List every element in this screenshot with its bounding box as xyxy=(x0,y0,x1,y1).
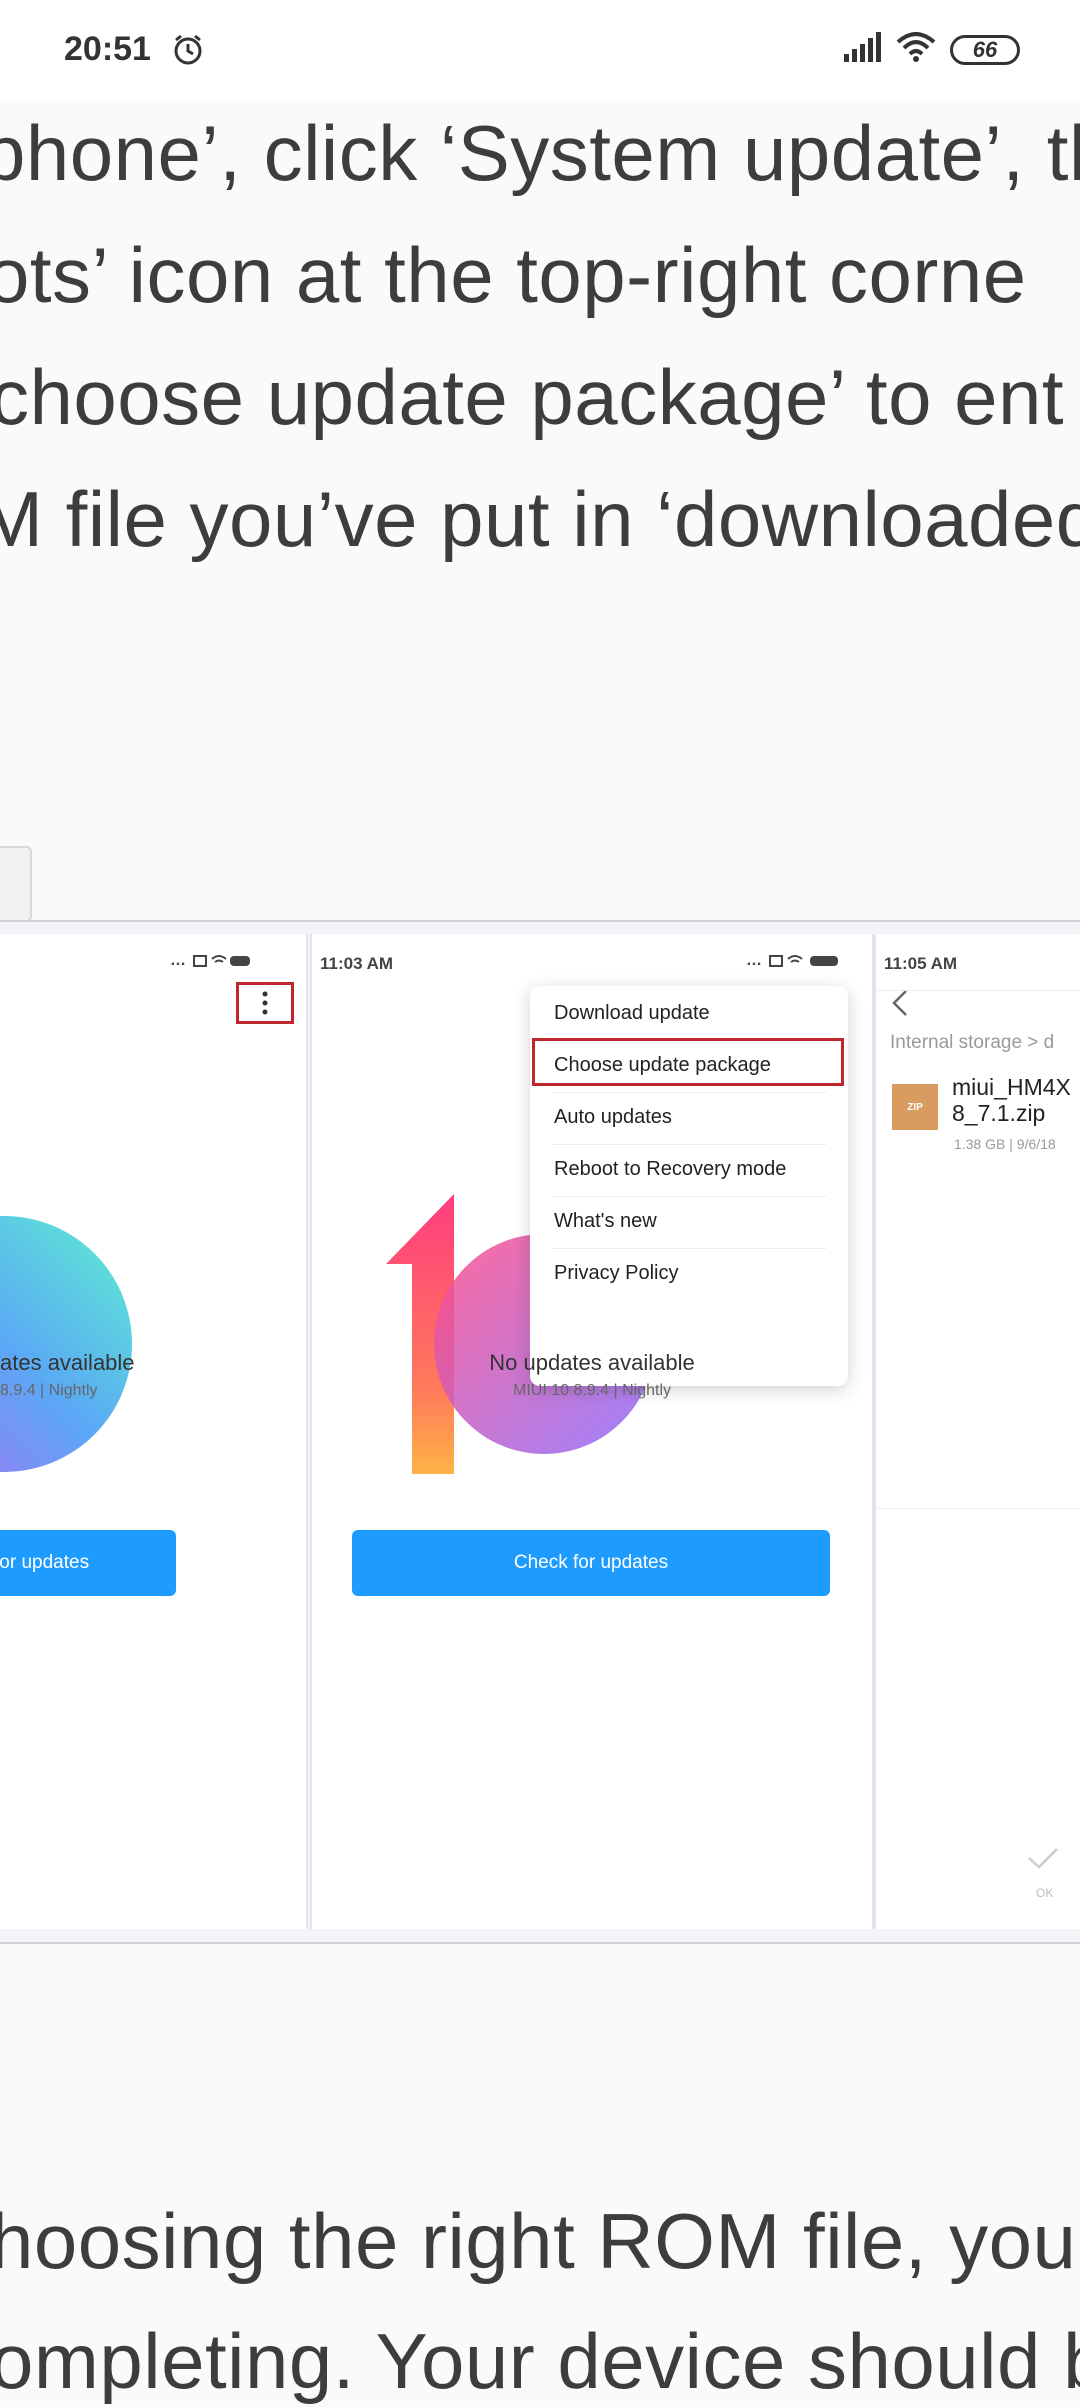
check-icon[interactable] xyxy=(1026,1846,1060,1875)
back-icon[interactable] xyxy=(890,988,910,1023)
article-text-line: ompleting. Your device should b xyxy=(0,2317,1080,2405)
menu-item-privacy-policy[interactable]: Privacy Policy xyxy=(554,1262,678,1285)
check-updates-button[interactable]: for updates xyxy=(0,1530,176,1596)
status-bar: 20:51 66 xyxy=(0,0,1080,100)
choose-package-highlight xyxy=(532,1038,844,1086)
ok-label: OK xyxy=(1036,1886,1054,1900)
mini-time: 11:03 AM xyxy=(320,954,394,973)
update-status-title: ates available xyxy=(0,1350,135,1375)
article-text-line: hoosing the right ROM file, your xyxy=(0,2197,1080,2285)
phone-screen-file-picker: 11:05 AM Internal storage > d ZIP miui_H… xyxy=(874,934,1080,1929)
article-text-line: M file you’ve put in ‘downloaded xyxy=(0,475,1080,563)
update-status-sub: MIUI 10 8.9.4 | Nightly xyxy=(513,1382,671,1399)
image-caption-tab[interactable] xyxy=(0,846,32,922)
more-vertical-icon xyxy=(262,991,268,1015)
menu-item-download-update[interactable]: Download update xyxy=(554,1002,710,1025)
tutorial-screenshot: … ates available 8.9.4 | Nightly for upd… xyxy=(0,920,1080,1944)
phone-screen-updater: … ates available 8.9.4 | Nightly for upd… xyxy=(0,934,308,1929)
mini-status-icons: … xyxy=(170,952,252,970)
phone-screen-menu: 11:03 AM … Download update Choose update… xyxy=(310,934,874,1929)
menu-item-whats-new[interactable]: What's new xyxy=(554,1210,657,1233)
rom-file-name[interactable]: miui_HM4X 8_7.1.zip xyxy=(952,1074,1071,1126)
zip-file-icon: ZIP xyxy=(892,1084,938,1130)
signal-icon xyxy=(842,32,882,67)
check-updates-button[interactable]: Check for updates xyxy=(352,1530,830,1596)
menu-item-reboot-recovery[interactable]: Reboot to Recovery mode xyxy=(554,1158,786,1181)
update-status-title: No updates available xyxy=(489,1350,695,1375)
wifi-icon xyxy=(896,32,936,67)
alarm-icon xyxy=(170,32,206,73)
article-text-line: choose update package’ to ent xyxy=(0,353,1065,441)
update-status-sub: 8.9.4 | Nightly xyxy=(0,1382,98,1399)
article-text-line: ots’ icon at the top-right corne xyxy=(0,231,1027,319)
more-options-highlight[interactable] xyxy=(236,982,294,1024)
menu-item-auto-updates[interactable]: Auto updates xyxy=(554,1106,672,1129)
mini-status-icons: … xyxy=(746,952,848,970)
battery-icon: 66 xyxy=(950,34,1020,65)
rom-file-meta: 1.38 GB | 9/6/18 xyxy=(954,1136,1056,1152)
status-time: 20:51 xyxy=(64,30,151,68)
breadcrumb[interactable]: Internal storage > d xyxy=(890,1032,1054,1054)
status-icons: 66 xyxy=(842,32,1020,67)
miui-logo-circle xyxy=(0,1216,132,1472)
article-text-line: phone’, click ‘System update’, th xyxy=(0,109,1080,197)
mini-time: 11:05 AM xyxy=(884,954,958,973)
